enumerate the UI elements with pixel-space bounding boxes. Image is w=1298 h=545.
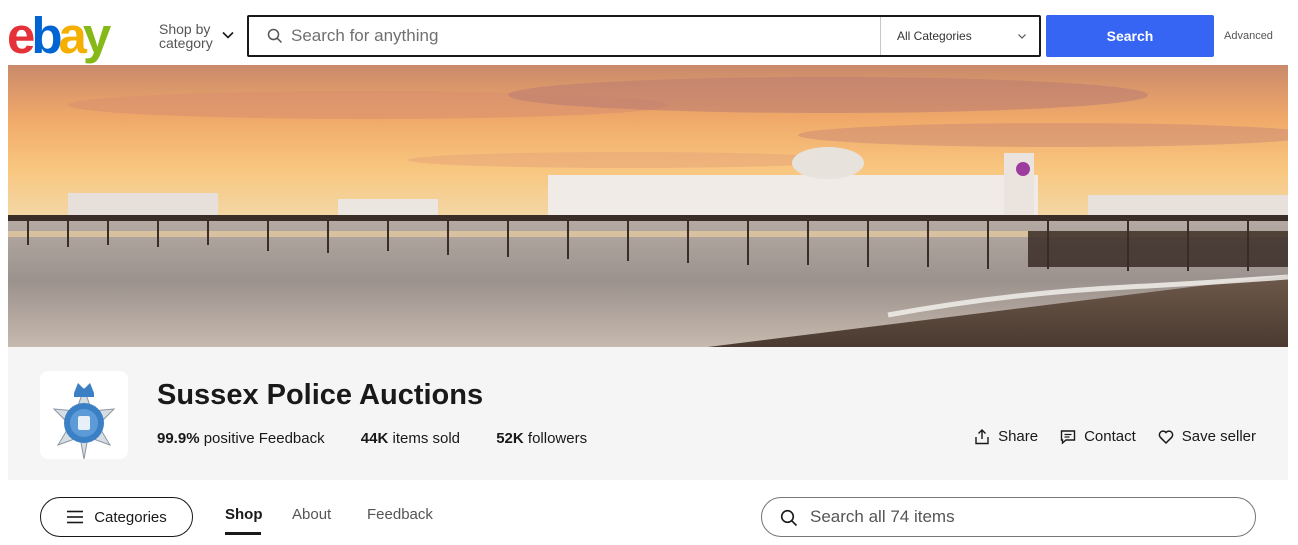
items-sold-count: 44K [360,430,389,447]
global-search-input[interactable] [291,23,871,49]
category-select-value: All Categories [897,29,972,43]
store-search-box [761,497,1256,537]
search-icon [267,28,283,44]
store-search-input[interactable] [810,506,1230,528]
police-badge-icon [52,383,116,460]
categories-label: Categories [94,508,167,526]
global-search-box: All Categories [247,15,1041,57]
logo-letter-y: y [82,7,111,64]
seller-actions: Share Contact Save seller [974,428,1256,445]
followers-stat: 52K followers [496,430,603,447]
share-icon [975,428,989,444]
search-button[interactable]: Search [1046,15,1214,57]
logo-letter-b: b [31,7,62,64]
seller-stats: 99.9% positive Feedback 44K items sold 5… [157,430,619,447]
share-label: Share [998,428,1039,445]
save-seller-label: Save seller [1181,428,1256,445]
active-tab-indicator [225,532,261,535]
category-select[interactable]: All Categories [880,17,1041,55]
save-seller-button[interactable]: Save seller [1158,428,1256,445]
items-sold-label: items sold [392,430,461,447]
shop-by-label-line2: category [159,35,213,51]
global-header: ebay Shop by category All Categories Sea… [0,0,1298,64]
followers-label: followers [527,430,588,447]
ebay-logo[interactable]: ebay [7,7,111,64]
tab-shop[interactable]: Shop [225,506,263,523]
shop-by-category-button[interactable]: Shop by category [159,21,234,51]
tab-feedback[interactable]: Feedback [367,506,433,523]
message-icon [1060,429,1076,445]
seller-logo[interactable] [40,371,128,460]
categories-button[interactable]: Categories [40,497,193,537]
logo-letter-e: e [7,7,35,64]
heart-icon [1158,429,1174,444]
chevron-down-icon [1018,34,1026,39]
tab-about[interactable]: About [292,506,331,523]
contact-label: Contact [1084,428,1136,445]
feedback-percent: 99.9% [157,430,200,447]
advanced-search-link[interactable]: Advanced [1224,30,1273,42]
items-sold-stat: 44K items sold [361,430,476,447]
share-button[interactable]: Share [974,428,1038,445]
seller-info-panel: Sussex Police Auctions 99.9% positive Fe… [8,347,1288,480]
hamburger-icon [67,510,84,524]
logo-letter-a: a [58,7,87,64]
store-banner-image [8,65,1288,347]
chevron-down-icon [222,31,234,39]
pier-sunset-illustration [8,65,1288,347]
contact-button[interactable]: Contact [1060,428,1136,445]
feedback-stat[interactable]: 99.9% positive Feedback [157,430,341,447]
seller-name: Sussex Police Auctions [157,379,484,411]
feedback-label: positive Feedback [203,430,325,447]
search-icon [780,509,798,527]
followers-count: 52K [496,430,524,447]
shop-by-label-line1: Shop by [159,21,211,37]
